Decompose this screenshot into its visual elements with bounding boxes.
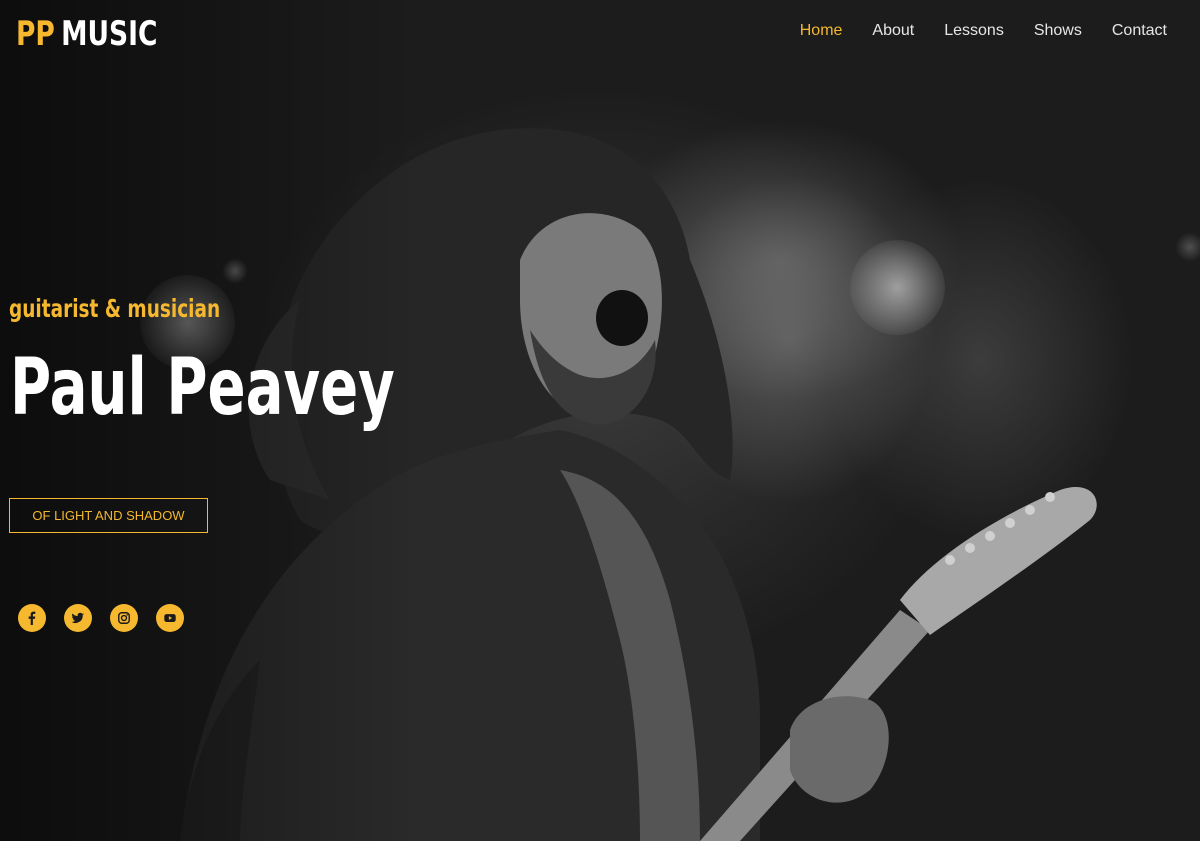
instagram-icon[interactable] xyxy=(110,604,138,632)
hero-tagline: guitarist & musician xyxy=(9,294,221,323)
site-logo[interactable]: PP MUSIC xyxy=(16,12,157,56)
logo-pp: PP xyxy=(16,14,55,54)
social-links xyxy=(18,604,184,632)
twitter-icon[interactable] xyxy=(64,604,92,632)
facebook-icon[interactable] xyxy=(18,604,46,632)
nav-home[interactable]: Home xyxy=(800,20,843,42)
artist-name: Paul Peavey xyxy=(10,343,395,433)
cta-button[interactable]: OF LIGHT AND SHADOW xyxy=(9,498,208,533)
nav-contact[interactable]: Contact xyxy=(1112,20,1167,42)
youtube-icon[interactable] xyxy=(156,604,184,632)
logo-music: MUSIC xyxy=(61,14,158,54)
nav-shows[interactable]: Shows xyxy=(1034,20,1082,42)
nav-about[interactable]: About xyxy=(872,20,914,42)
nav-lessons[interactable]: Lessons xyxy=(944,20,1004,42)
main-nav: Home About Lessons Shows Contact xyxy=(800,20,1167,42)
